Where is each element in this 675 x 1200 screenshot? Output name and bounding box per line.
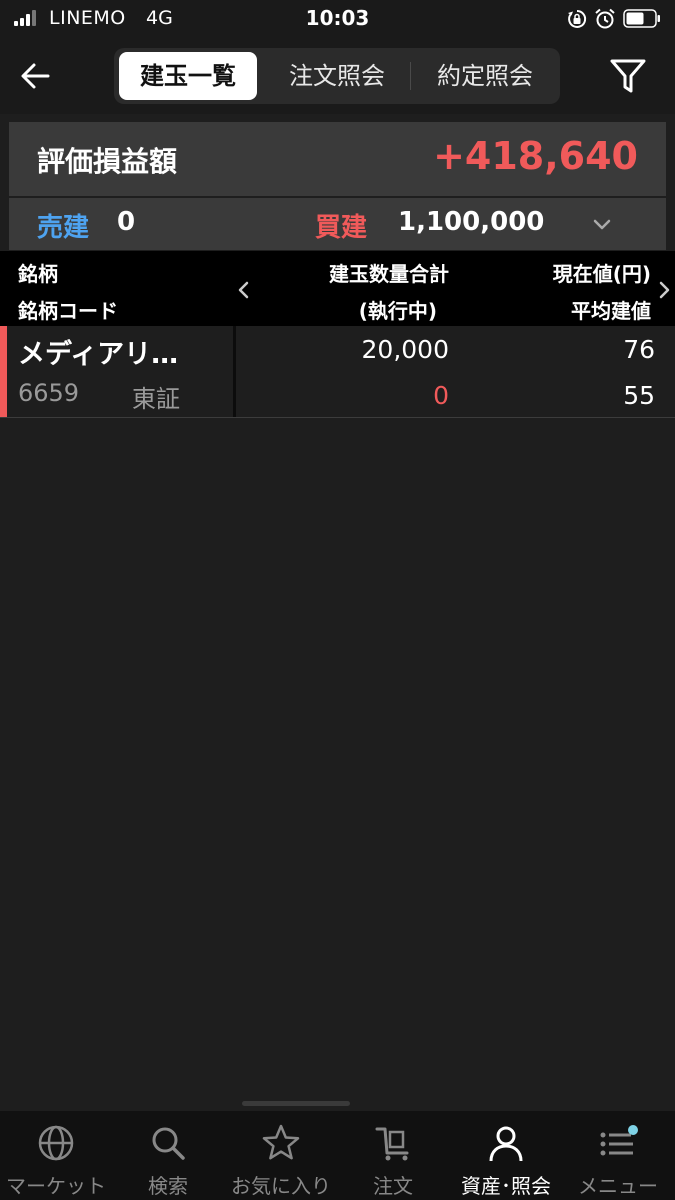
- tab-favorites[interactable]: お気に入り: [225, 1111, 337, 1200]
- chevron-down-icon[interactable]: [589, 212, 615, 238]
- table-row[interactable]: メディアリ… 6659 東証 20,000 0 76 55: [0, 326, 675, 418]
- stock-code: 6659: [18, 379, 80, 407]
- header-quantity: 建玉数量合計: [329, 262, 449, 286]
- stock-market: 東証: [132, 385, 180, 413]
- status-bar: LINEMO 4G 10:03: [0, 0, 675, 38]
- home-indicator: [242, 1101, 350, 1106]
- cart-icon: [375, 1127, 409, 1161]
- tab-menu[interactable]: メニュー: [562, 1111, 674, 1200]
- person-icon: [489, 1126, 523, 1162]
- tab-assets[interactable]: 資産･照会: [450, 1111, 562, 1200]
- stock-current-price: 76: [623, 335, 655, 364]
- header-code: 銘柄コード: [18, 299, 118, 323]
- header-executing: (執行中): [358, 299, 437, 323]
- header-average-price: 平均建値: [571, 299, 651, 323]
- chevron-right-icon[interactable]: [655, 277, 675, 303]
- tab-orders[interactable]: 注文照会: [264, 52, 410, 100]
- stock-quantity: 20,000: [361, 335, 449, 364]
- buy-label: 買建: [315, 213, 368, 243]
- position-summary[interactable]: 売建 0 買建 1,100,000: [9, 198, 666, 250]
- nav-bar: 建玉一覧 注文照会 約定照会: [0, 38, 675, 114]
- menu-icon: [600, 1125, 638, 1156]
- sell-value: 0: [117, 207, 136, 237]
- header-current-price: 現在値(円): [552, 262, 651, 286]
- segment-control: 建玉一覧 注文照会 約定照会: [114, 48, 560, 104]
- alarm-icon: [595, 8, 615, 29]
- header-name: 銘柄: [18, 262, 58, 286]
- globe-icon: [38, 1125, 74, 1161]
- tab-executions[interactable]: 約定照会: [412, 52, 558, 100]
- column-divider: [233, 326, 236, 417]
- stock-average-price: 55: [623, 381, 655, 410]
- tab-menu-label: メニュー: [578, 1174, 658, 1198]
- battery-icon: [623, 9, 660, 28]
- buy-value: 1,100,000: [398, 207, 545, 237]
- tab-positions[interactable]: 建玉一覧: [119, 52, 257, 100]
- chevron-left-icon[interactable]: [232, 277, 256, 303]
- segment-divider: [410, 62, 411, 90]
- notification-badge: [628, 1125, 638, 1135]
- table-header: 銘柄 銘柄コード 建玉数量合計 (執行中) 現在値(円) 平均建値: [0, 251, 675, 326]
- search-icon: [152, 1127, 185, 1160]
- tab-market[interactable]: マーケット: [0, 1111, 112, 1200]
- stock-executing: 0: [433, 381, 449, 410]
- pnl-label: 評価損益額: [37, 145, 178, 178]
- back-arrow-icon[interactable]: [18, 58, 54, 94]
- sell-label: 売建: [37, 213, 90, 243]
- pnl-panel: 評価損益額 +418,640: [9, 122, 666, 196]
- star-icon: [262, 1124, 300, 1160]
- position-type-marker: [0, 326, 7, 417]
- tab-order[interactable]: 注文: [337, 1111, 449, 1200]
- bottom-tab-bar: マーケット 検索 お気に入り 注文 資産･照会 メニュー: [0, 1111, 675, 1200]
- stock-name: メディアリ…: [18, 339, 179, 370]
- pnl-value: +418,640: [433, 134, 638, 178]
- tab-search[interactable]: 検索: [112, 1111, 224, 1200]
- rotation-lock-icon: [568, 9, 587, 28]
- filter-icon[interactable]: [608, 56, 648, 96]
